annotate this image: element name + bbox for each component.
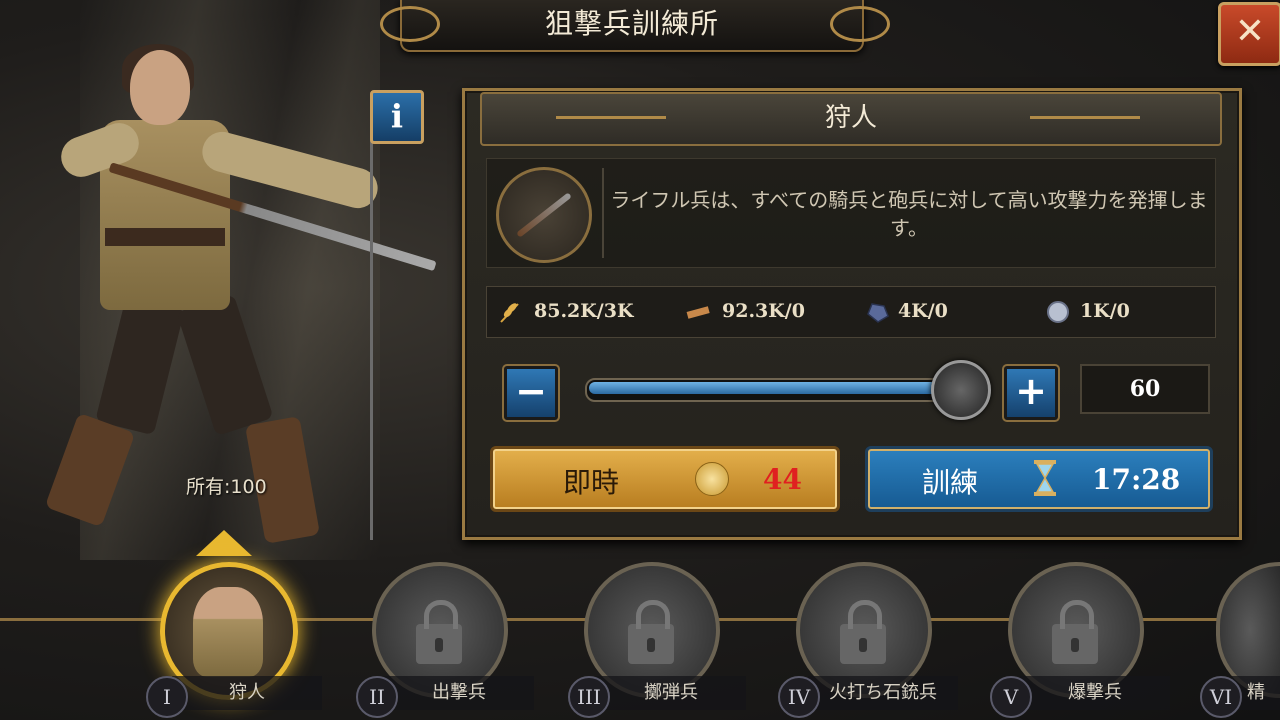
owned-count: 所有:100 (186, 476, 267, 498)
resource-wood: 92.3K/0 (722, 300, 805, 322)
hero-boot (44, 412, 136, 528)
unit-name: 爆撃兵 (1020, 676, 1170, 710)
unit-name: 狩人 (172, 676, 322, 710)
unit-name: 出撃兵 (384, 676, 534, 710)
minus-icon: − (515, 369, 547, 413)
close-button[interactable]: ✕ (1218, 2, 1280, 66)
instant-train-button[interactable]: 即時 44 (490, 446, 840, 512)
hero-head (130, 50, 190, 125)
close-icon: ✕ (1234, 11, 1266, 52)
info-button[interactable]: i (370, 90, 424, 144)
lock-icon (840, 600, 886, 664)
resource-ore: 4K/0 (898, 300, 948, 322)
selection-arrow-icon (196, 530, 252, 556)
hourglass-icon (1034, 460, 1056, 496)
tier-badge: II (356, 676, 398, 718)
increase-button[interactable]: + (1002, 364, 1060, 422)
wheat-icon (500, 303, 519, 323)
unit-description: ライフル兵は、すべての騎兵と砲兵に対して高い攻撃力を発揮します。 (610, 188, 1208, 240)
gold-coin-icon (695, 462, 729, 496)
slider-fill (589, 382, 943, 394)
lock-icon (628, 600, 674, 664)
decrease-button[interactable]: − (502, 364, 560, 422)
title-ornament (1030, 116, 1140, 119)
quantity-value: 60 (1129, 376, 1161, 402)
tier-badge: III (568, 676, 610, 718)
slider-handle[interactable] (931, 360, 991, 420)
tier-badge: I (146, 676, 188, 718)
train-label: 訓練 (922, 466, 979, 499)
title-banner: 狙撃兵訓練所 (400, 0, 864, 52)
quantity-field[interactable]: 60 (1080, 364, 1210, 414)
ore-icon (867, 303, 889, 323)
banner-ornament (830, 6, 890, 42)
instant-cost: 44 (763, 463, 802, 496)
hero-leg (176, 293, 274, 437)
lock-icon (416, 600, 462, 664)
unit-name: 擲弾兵 (596, 676, 746, 710)
rifle-icon (516, 192, 572, 238)
hero-belt (105, 228, 225, 246)
silver-icon (1047, 301, 1069, 323)
tier-badge: VI (1200, 676, 1242, 718)
resource-silver: 1K/0 (1080, 300, 1130, 322)
train-time: 17:28 (1092, 463, 1181, 496)
wood-icon (686, 306, 710, 319)
ramrod (370, 140, 373, 540)
divider (602, 168, 604, 258)
lock-icon (1052, 600, 1098, 664)
title-ornament (556, 116, 666, 119)
unit-portrait (496, 167, 592, 263)
unit-portrait (193, 587, 263, 677)
banner-ornament (380, 6, 440, 42)
info-icon: i (390, 97, 404, 135)
unit-name: 火打ち石銃兵 (808, 676, 958, 710)
tier-badge: V (990, 676, 1032, 718)
resource-wheat: 85.2K/3K (534, 300, 634, 322)
tier-badge: IV (778, 676, 820, 718)
page-title: 狙撃兵訓練所 (544, 7, 719, 40)
plus-icon: + (1015, 369, 1047, 413)
train-button[interactable]: 訓練 17:28 (865, 446, 1213, 512)
hero-leg (95, 294, 185, 436)
unit-title-bar: 狩人 (480, 92, 1222, 146)
instant-label: 即時 (563, 466, 620, 499)
